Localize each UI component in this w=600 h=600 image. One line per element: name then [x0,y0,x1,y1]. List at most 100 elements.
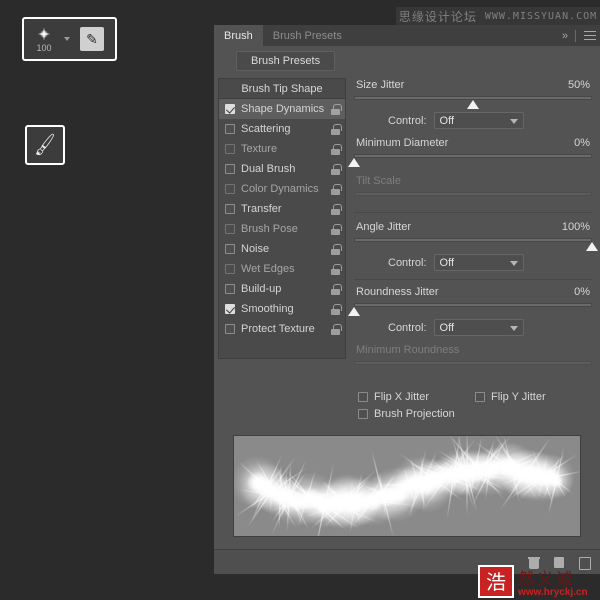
roundness-jitter-header: Roundness Jitter 0% [354,286,592,300]
checkbox-flip-x-jitter[interactable]: Flip X Jitter [358,388,475,405]
panel-tab-controls: » [562,25,596,46]
lock-icon[interactable] [331,183,342,195]
roundness-control-value: Off [439,321,455,334]
checkbox-icon[interactable] [358,408,368,419]
minimum-diameter-field: Minimum Diameter 0% [348,137,592,167]
minimum-diameter-slider[interactable] [348,151,592,167]
checkbox-icon[interactable] [225,164,235,174]
option-label: Build-up [241,283,282,295]
roundness-jitter-slider[interactable] [348,300,592,316]
lock-icon[interactable] [331,223,342,235]
option-row-transfer[interactable]: Transfer [219,199,345,219]
size-jitter-label: Size Jitter [356,79,405,91]
chevron-down-icon[interactable] [63,35,72,44]
option-label: Smoothing [241,303,294,315]
minimum-diameter-label: Minimum Diameter [356,137,449,149]
minimum-roundness-slider [354,358,592,374]
chevron-down-icon [509,119,518,124]
brush-tool-button[interactable]: 🖌 [25,125,65,165]
option-row-color-dynamics[interactable]: Color Dynamics [219,179,345,199]
checkbox-brush-projection[interactable]: Brush Projection [358,405,475,422]
lock-icon[interactable] [331,203,342,215]
option-row-protect-texture[interactable]: Protect Texture [219,319,345,339]
checkbox-flip-y-jitter[interactable]: Flip Y Jitter [475,388,592,405]
brush-presets-row: Brush Presets [214,46,600,76]
angle-control-label: Control: [388,256,427,269]
lock-icon[interactable] [331,283,342,295]
slider-knob[interactable] [467,100,480,109]
tab-brush-presets[interactable]: Brush Presets [262,25,352,46]
checkbox-icon[interactable] [225,284,235,294]
checkbox-icon[interactable] [225,104,235,114]
watermark-top-cn: 思缘设计论坛 [398,9,477,24]
option-row-noise[interactable]: Noise [219,239,345,259]
watermark-bottom: 浩 然义诚 www.hryckj.cn [478,563,600,600]
option-label: Noise [241,243,270,255]
roundness-control-select[interactable]: Off [433,319,524,336]
option-row-shape-dynamics[interactable]: Shape Dynamics [219,99,345,119]
minimum-roundness-label: Minimum Roundness [356,344,460,356]
checkbox-icon[interactable] [225,244,235,254]
checkbox-icon[interactable] [358,391,368,402]
brush-options-bar[interactable]: 100 ✎ [22,17,117,61]
tablet-pressure-button[interactable]: ✎ [80,27,104,51]
tilt-scale-field: Tilt Scale [354,175,592,205]
slider-track [354,192,592,196]
size-control-select[interactable]: Off [433,112,524,129]
roundness-jitter-label: Roundness Jitter [356,286,439,298]
lock-icon[interactable] [331,323,342,335]
checkbox-icon[interactable] [225,204,235,214]
option-label: Protect Texture [241,323,315,335]
checkbox-icon[interactable] [225,264,235,274]
checkbox-icon[interactable] [225,124,235,134]
option-label: Brush Pose [241,223,298,235]
tilt-scale-slider [354,189,592,205]
checkbox-icon[interactable] [225,304,235,314]
checkbox-icon[interactable] [225,324,235,334]
brush-tip-shape-header[interactable]: Brush Tip Shape [219,79,345,99]
lock-icon[interactable] [331,163,342,175]
angle-control-row: Control: Off [354,254,592,271]
brush-option-list: Brush Tip Shape Shape Dynamics Scattering… [218,78,346,359]
lock-icon[interactable] [331,263,342,275]
option-row-scattering[interactable]: Scattering [219,119,345,139]
expand-panel-icon[interactable]: » [562,30,568,42]
lock-icon[interactable] [331,243,342,255]
option-row-dual-brush[interactable]: Dual Brush [219,159,345,179]
slider-track [354,238,592,242]
slider-knob[interactable] [348,307,361,316]
brush-preset-thumbnail[interactable]: 100 [29,22,59,56]
tab-brush[interactable]: Brush [214,25,263,46]
watermark-logo: 浩 [478,565,514,598]
slider-knob[interactable] [348,158,361,167]
angle-jitter-slider[interactable] [354,235,598,251]
size-jitter-slider[interactable] [354,93,592,109]
checkbox-icon[interactable] [225,224,235,234]
checkbox-icon[interactable] [475,391,485,402]
option-row-smoothing[interactable]: Smoothing [219,299,345,319]
angle-jitter-field: Angle Jitter 100% [354,221,598,251]
lock-icon[interactable] [331,103,342,115]
slider-knob[interactable] [586,242,599,251]
checkbox-icon[interactable] [225,184,235,194]
option-row-texture[interactable]: Texture [219,139,345,159]
option-label: Transfer [241,203,282,215]
size-jitter-value: 50% [567,79,590,91]
brush-presets-button[interactable]: Brush Presets [236,51,336,71]
option-row-brush-pose[interactable]: Brush Pose [219,219,345,239]
checkbox-label: Brush Projection [374,407,455,420]
slider-track [354,154,592,158]
lock-icon[interactable] [331,123,342,135]
option-row-wet-edges[interactable]: Wet Edges [219,259,345,279]
slider-track [354,361,592,365]
angle-jitter-header: Angle Jitter 100% [354,221,592,235]
angle-control-select[interactable]: Off [433,254,524,271]
lock-icon[interactable] [331,143,342,155]
lock-icon[interactable] [331,303,342,315]
checkbox-icon[interactable] [225,144,235,154]
divider [575,29,576,42]
panel-menu-icon[interactable] [584,31,596,40]
brush-stroke-svg [234,436,580,536]
panel-tab-bar: Brush Brush Presets » [214,25,600,46]
option-row-build-up[interactable]: Build-up [219,279,345,299]
